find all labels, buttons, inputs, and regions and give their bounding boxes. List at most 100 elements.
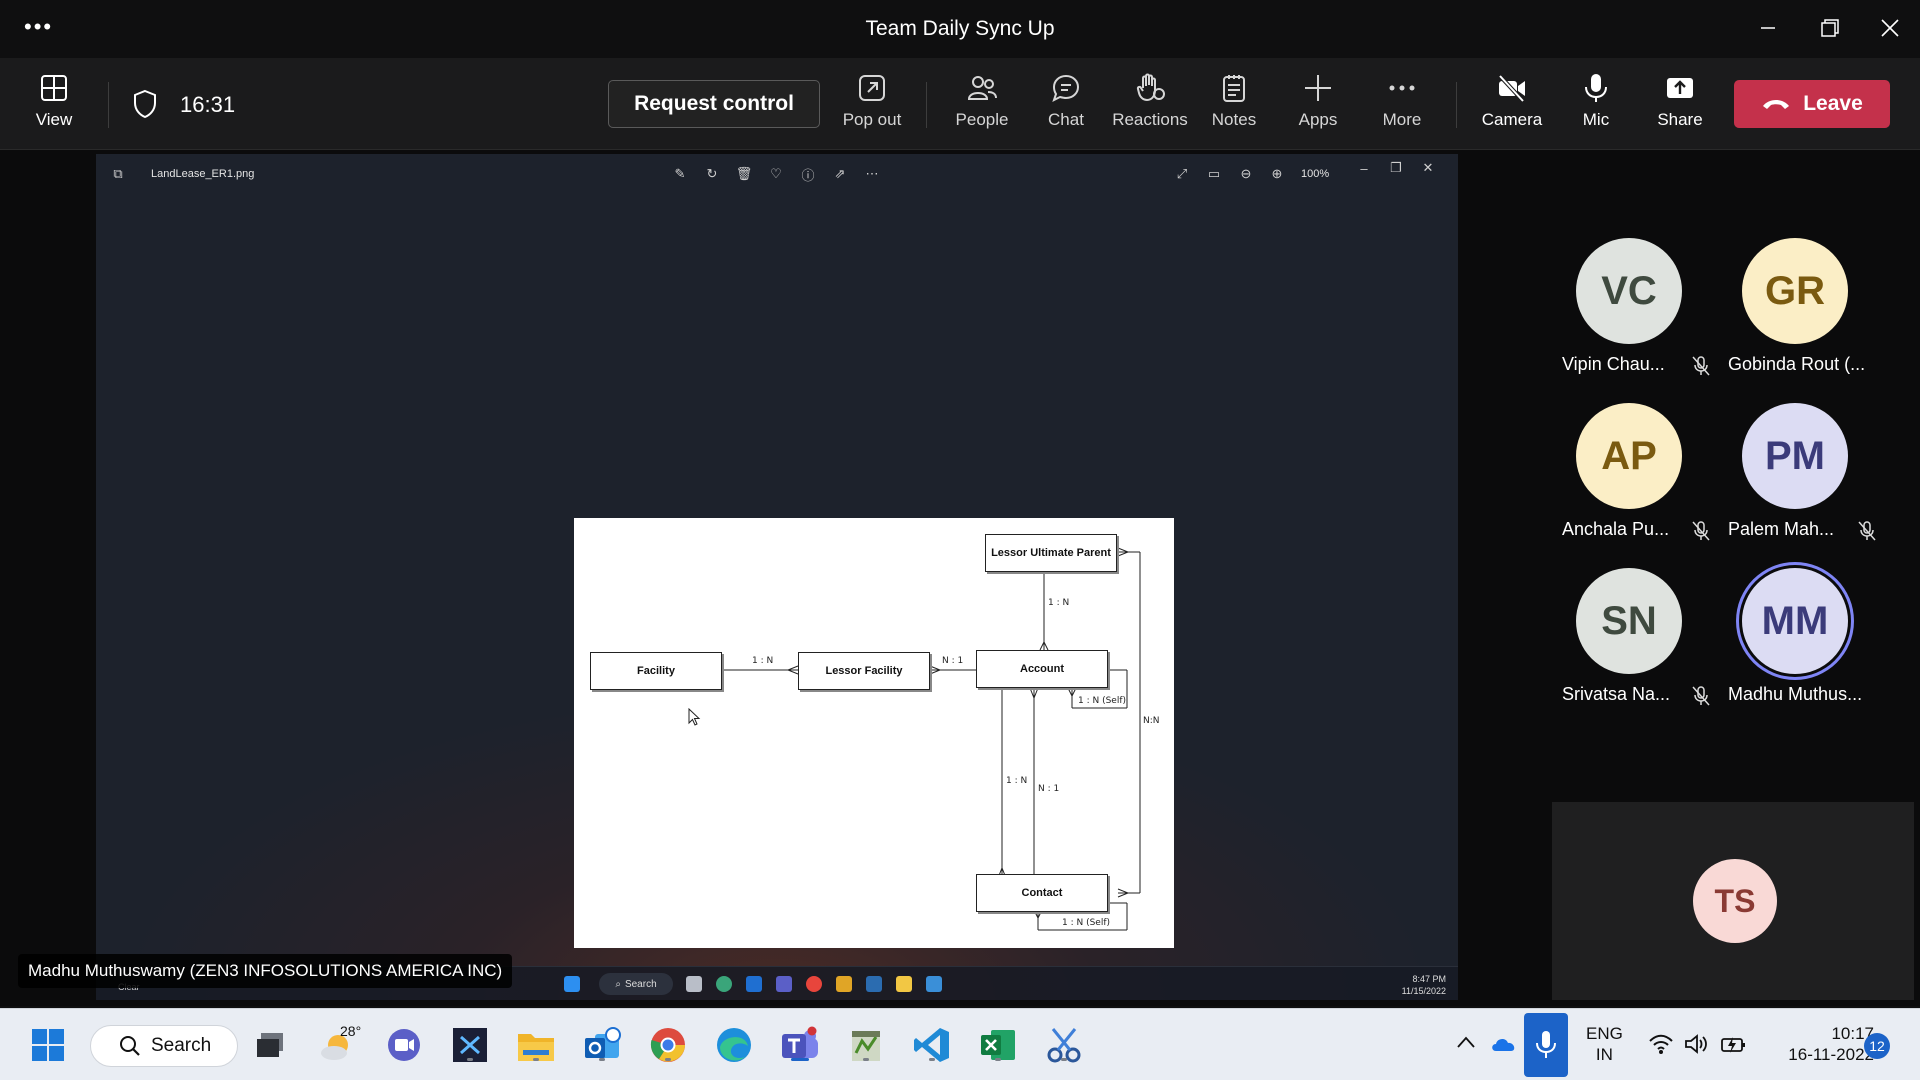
request-control-button[interactable]: Request control [608, 80, 820, 128]
taskbar-search[interactable]: Search [90, 1025, 238, 1067]
entity-contact: Contact [976, 874, 1108, 912]
pop-out-icon [859, 75, 885, 101]
avatar: VC [1576, 238, 1682, 344]
running-indicator [467, 1058, 473, 1061]
camera-button[interactable]: Camera [1472, 72, 1552, 130]
taskbar-chrome[interactable] [648, 1025, 688, 1065]
more-button[interactable]: More [1362, 72, 1442, 130]
participant-name: Anchala Pu... [1562, 519, 1670, 539]
task-view-button[interactable] [250, 1025, 290, 1065]
notes-button[interactable]: Notes [1194, 72, 1274, 130]
participant-tile[interactable]: SN Srivatsa Na... [1548, 568, 1714, 728]
info-icon: ⓘ [801, 167, 815, 183]
minimize-button[interactable] [1748, 12, 1788, 44]
volume-icon[interactable] [1684, 1033, 1710, 1055]
close-button[interactable] [1870, 12, 1910, 44]
mouse-cursor-icon [688, 708, 701, 726]
share-icon: ⇗ [834, 166, 846, 181]
restore-button[interactable] [1810, 12, 1850, 44]
relation-label: N : 1 [1038, 784, 1060, 794]
avatar: SN [1576, 568, 1682, 674]
inner-date: 11/15/2022 [1401, 986, 1446, 996]
title-bar: ••• Team Daily Sync Up [0, 0, 1920, 58]
weather-widget[interactable]: 28° [318, 1023, 361, 1065]
running-indicator [665, 1058, 671, 1061]
folder-icon [518, 1034, 554, 1061]
participant-tile[interactable]: PM Palem Mah... [1714, 403, 1880, 563]
reactions-label: Reactions [1112, 110, 1188, 129]
taskbar-teams[interactable] [780, 1025, 820, 1065]
meeting-timer: 16:31 [180, 92, 236, 117]
chevron-up-icon[interactable] [1456, 1035, 1476, 1049]
pop-out-button[interactable]: Pop out [832, 72, 912, 130]
people-icon [967, 76, 997, 100]
share-button[interactable]: Share [1640, 72, 1720, 130]
taskbar-outlook[interactable] [582, 1025, 622, 1065]
shield-icon [132, 89, 158, 124]
window-title: Team Daily Sync Up [865, 17, 1055, 40]
participant-tile-speaking[interactable]: MM Madhu Muthus... [1714, 568, 1880, 728]
mic-label: Mic [1582, 110, 1610, 129]
taskbar-excel[interactable] [978, 1025, 1018, 1065]
microphone-icon [1536, 1031, 1556, 1058]
participant-name: Gobinda Rout (... [1728, 354, 1866, 374]
view-button[interactable]: View [14, 72, 94, 130]
taskbar-notepad-app[interactable] [846, 1025, 886, 1065]
notes-label: Notes [1211, 110, 1257, 129]
taskbar-snipping-tool[interactable] [1044, 1025, 1084, 1065]
entity-lessor-facility: Lessor Facility [798, 652, 930, 690]
taskbar-app-visualstudio[interactable] [450, 1025, 490, 1065]
toolbar-divider [1456, 82, 1457, 128]
participant-name: Vipin Chau... [1562, 354, 1665, 374]
viewer-restore-icon: ❐ [1390, 160, 1402, 175]
participant-tile[interactable]: VC Vipin Chau... [1548, 238, 1714, 398]
zoom-out-icon: ⊖ [1240, 166, 1252, 181]
mic-in-use-button[interactable] [1524, 1013, 1568, 1077]
inner-app-icon [866, 976, 882, 992]
more-icon [1389, 85, 1415, 91]
leave-button[interactable]: Leave [1734, 80, 1890, 128]
raise-hand-icon [1136, 73, 1165, 102]
meeting-toolbar: View 16:31 Request control Pop out Peopl… [0, 58, 1920, 150]
chat-app-icon [388, 1029, 420, 1061]
apps-button[interactable]: Apps [1278, 72, 1358, 130]
inner-explorer-icon [896, 976, 912, 992]
system-clock[interactable]: 10:17 16-11-2022 [1770, 1023, 1874, 1065]
people-button[interactable]: People [942, 72, 1022, 130]
taskbar-vscode[interactable] [912, 1025, 952, 1065]
inner-time: 8:47 PM [1412, 974, 1446, 984]
avatar: MM [1742, 568, 1848, 674]
notification-badge[interactable]: 12 [1864, 1033, 1890, 1059]
people-label: People [955, 110, 1009, 129]
participant-tile[interactable]: GR Gobinda Rout (... [1714, 238, 1880, 398]
zoom-in-glyph: ⊕ [1271, 166, 1283, 181]
taskbar-chat-app[interactable] [384, 1025, 424, 1065]
camera-off-icon [1498, 74, 1525, 103]
viewer-minimize-icon: – [1360, 160, 1368, 176]
self-avatar: TS [1693, 859, 1777, 943]
restore-icon [1821, 19, 1839, 37]
onedrive-icon[interactable] [1490, 1033, 1518, 1053]
chat-button[interactable]: Chat [1026, 72, 1106, 130]
reactions-button[interactable]: Reactions [1110, 72, 1190, 130]
zoom-level: 100% [1301, 168, 1330, 180]
self-view-tile: TS [1552, 802, 1914, 1000]
taskbar-file-explorer[interactable] [516, 1025, 556, 1065]
expand-icon: ⤢ [1176, 166, 1188, 181]
running-indicator [995, 1058, 1001, 1061]
mic-button[interactable]: Mic [1556, 72, 1636, 130]
notes-icon [1223, 75, 1245, 102]
share-label: Share [1657, 110, 1703, 129]
battery-charging-icon[interactable] [1720, 1033, 1748, 1055]
start-button[interactable] [28, 1025, 68, 1065]
participant-name: Madhu Muthus... [1728, 684, 1863, 704]
toolbar-divider [926, 82, 927, 128]
running-indicator [929, 1058, 935, 1061]
language-indicator[interactable]: ENG IN [1586, 1023, 1623, 1065]
participant-tile[interactable]: AP Anchala Pu... [1548, 403, 1714, 563]
language-top: ENG [1586, 1024, 1623, 1043]
wifi-icon[interactable] [1648, 1033, 1674, 1055]
participant-name: Srivatsa Na... [1562, 684, 1671, 704]
taskbar-edge[interactable] [714, 1025, 754, 1065]
task-view-icon [257, 1033, 283, 1057]
